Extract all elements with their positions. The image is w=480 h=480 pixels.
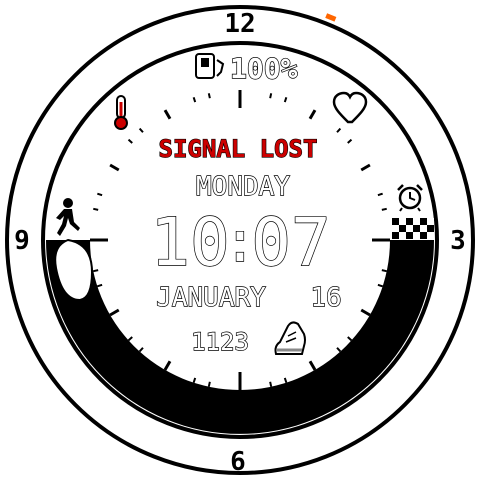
flag-square — [406, 218, 413, 225]
minute-tick — [97, 283, 103, 288]
hour-tick — [163, 109, 172, 120]
minute-tick — [381, 207, 387, 211]
flag-square — [392, 232, 399, 239]
time-hours: 10 — [150, 204, 229, 281]
hour-tick — [360, 308, 371, 317]
dial-number-9: 9 — [14, 226, 30, 256]
minute-tick — [347, 336, 353, 342]
date-month: JANUARY — [156, 283, 266, 313]
dial-number-3: 3 — [450, 226, 466, 256]
flag-square — [406, 232, 413, 239]
minute-tick — [377, 192, 383, 197]
minute-tick — [138, 347, 144, 353]
flag-square — [420, 218, 427, 225]
flag-square — [399, 225, 406, 232]
minute-tick — [269, 93, 273, 99]
minute-tick — [381, 269, 387, 273]
flag-square — [427, 218, 434, 225]
dial-number-6: 6 — [230, 447, 246, 477]
flag-square — [406, 225, 413, 232]
flag-square — [392, 225, 399, 232]
date-day: 16 — [310, 283, 341, 313]
flag-square — [399, 218, 406, 225]
minute-tick — [283, 377, 288, 383]
hour-tick — [109, 163, 120, 172]
flag-square — [420, 225, 427, 232]
minute-tick — [283, 97, 288, 103]
thermometer-icon — [114, 95, 128, 130]
battery-percent: 100% — [230, 52, 298, 85]
minute-tick — [336, 347, 342, 353]
minute-tick — [269, 381, 273, 387]
minute-tick — [207, 93, 211, 99]
hour-tick — [308, 109, 317, 120]
flag-square — [413, 232, 420, 239]
minute-tick — [347, 138, 353, 144]
battery-charging-icon — [195, 53, 225, 79]
signal-status: SIGNAL LOST — [159, 135, 318, 163]
hour-tick — [360, 163, 371, 172]
running-shoe-icon — [274, 321, 306, 355]
minute-tick — [97, 192, 103, 197]
minute-tick — [377, 283, 383, 288]
minute-tick — [127, 138, 133, 144]
minute-tick — [93, 207, 99, 211]
hour-tick — [109, 308, 120, 317]
minute-tick — [192, 97, 197, 103]
weekday: MONDAY — [196, 172, 290, 202]
minute-tick — [207, 381, 211, 387]
hour-tick — [308, 360, 317, 371]
watch-face: 12 3 6 9 100% SIGNAL LOST MONDAY 10 : 07… — [5, 5, 475, 477]
step-count: 1123 — [191, 328, 249, 356]
flag-square — [399, 232, 406, 239]
flag-square — [392, 218, 399, 225]
flag-square — [413, 218, 420, 225]
walking-person-icon — [56, 198, 80, 236]
checkered-flag-icon — [392, 218, 434, 239]
minute-tick — [138, 127, 144, 133]
minute-tick — [336, 127, 342, 133]
minute-tick — [93, 269, 99, 273]
minute-tick — [127, 336, 133, 342]
minute-tick — [192, 377, 197, 383]
dial-number-12: 12 — [224, 9, 255, 39]
alarm-clock-icon — [397, 184, 423, 212]
flag-square — [413, 225, 420, 232]
flag-square — [427, 232, 434, 239]
heart-icon — [332, 91, 368, 124]
time-minutes: 07 — [251, 204, 330, 281]
accent-marker — [325, 13, 337, 22]
flag-square — [420, 232, 427, 239]
flag-square — [427, 225, 434, 232]
hour-tick — [163, 360, 172, 371]
